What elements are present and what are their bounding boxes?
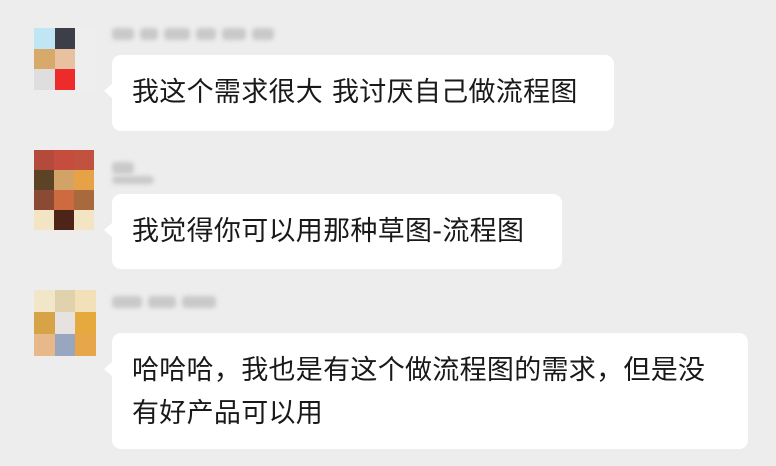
avatar-pixel bbox=[54, 69, 76, 90]
message-bubble[interactable]: 我这个需求很大 我讨厌自己做流程图 bbox=[104, 55, 614, 131]
avatar-pixel bbox=[54, 210, 74, 230]
chat-window: 我这个需求很大 我讨厌自己做流程图 我觉得你可以用那种草图-流程图 哈哈哈，我也… bbox=[0, 0, 776, 466]
avatar-pixel bbox=[75, 334, 96, 356]
avatar-pixel bbox=[75, 290, 96, 312]
avatar-pixel bbox=[75, 312, 96, 334]
message-bubble[interactable]: 哈哈哈，我也是有这个做流程图的需求，但是没有好产品可以用 bbox=[104, 333, 748, 449]
avatar-pixel bbox=[34, 48, 55, 70]
avatar-pixel bbox=[54, 28, 76, 49]
avatar-pixel bbox=[54, 334, 76, 356]
avatar-pixel bbox=[54, 170, 74, 190]
avatar-pixel bbox=[34, 150, 54, 170]
avatar-pixel bbox=[54, 312, 76, 334]
avatar-pixel bbox=[34, 190, 54, 210]
avatar-pixel bbox=[75, 69, 96, 90]
avatar-pixel bbox=[54, 190, 74, 210]
avatar-pixel bbox=[75, 48, 96, 70]
avatar-pixel bbox=[34, 210, 54, 230]
avatar[interactable] bbox=[34, 290, 96, 356]
avatar-pixel bbox=[34, 170, 54, 190]
sender-name-redacted bbox=[112, 26, 274, 42]
sender-name-redacted bbox=[112, 172, 154, 188]
message-text: 我觉得你可以用那种草图-流程图 bbox=[132, 216, 525, 247]
message-text: 我这个需求很大 我讨厌自己做流程图 bbox=[132, 77, 578, 108]
avatar-pixel bbox=[34, 334, 55, 356]
message-text: 哈哈哈，我也是有这个做流程图的需求，但是没有好产品可以用 bbox=[132, 355, 706, 429]
avatar[interactable] bbox=[34, 28, 96, 90]
message-bubble[interactable]: 我觉得你可以用那种草图-流程图 bbox=[104, 194, 562, 269]
avatar-pixel bbox=[54, 48, 76, 70]
avatar-pixel bbox=[54, 150, 74, 170]
avatar-pixel bbox=[34, 28, 55, 49]
avatar-pixel bbox=[54, 290, 76, 312]
avatar[interactable] bbox=[34, 150, 94, 230]
avatar-pixel bbox=[74, 210, 94, 230]
avatar-pixel bbox=[75, 28, 96, 49]
sender-name-redacted bbox=[112, 294, 216, 310]
avatar-pixel bbox=[74, 150, 94, 170]
avatar-pixel bbox=[34, 69, 55, 90]
avatar-pixel bbox=[34, 290, 55, 312]
avatar-pixel bbox=[34, 312, 55, 334]
avatar-pixel bbox=[74, 190, 94, 210]
avatar-pixel bbox=[74, 170, 94, 190]
